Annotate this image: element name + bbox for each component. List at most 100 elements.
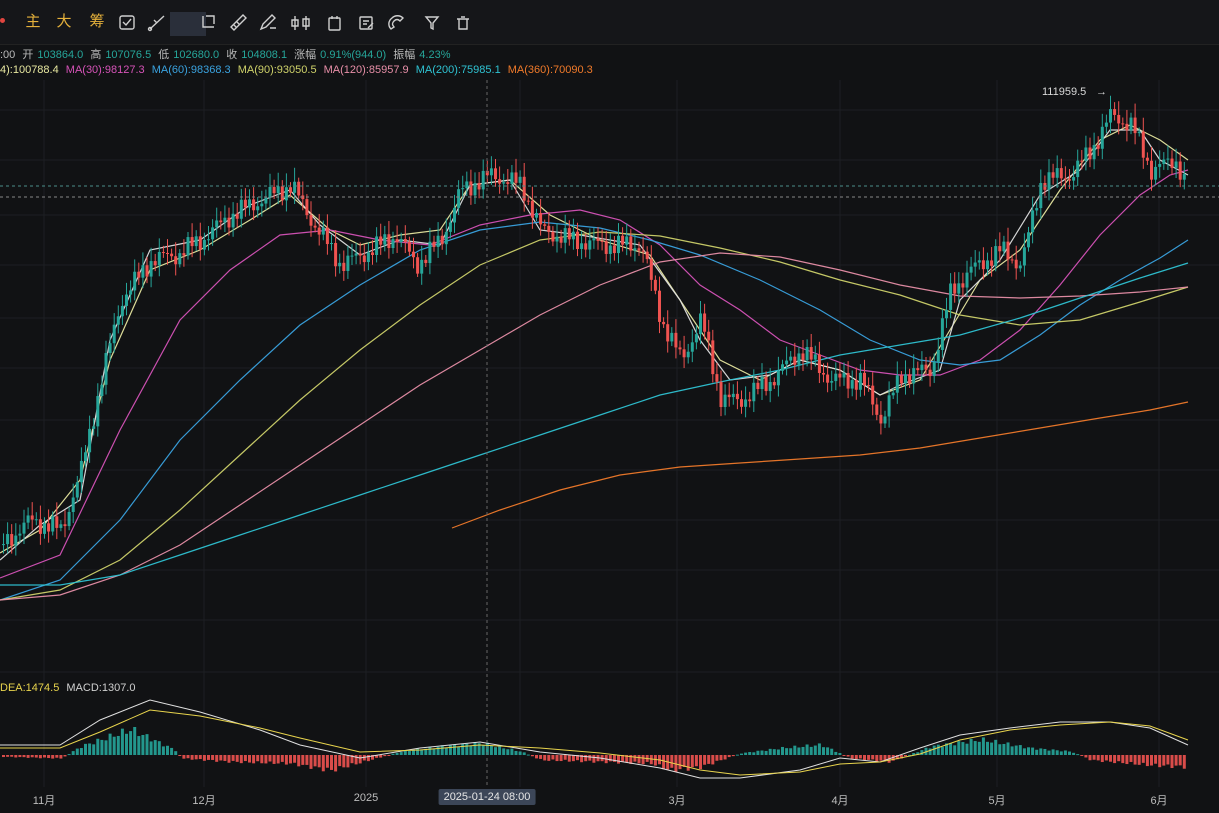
candle-body xyxy=(961,283,965,288)
macd-bar xyxy=(346,755,350,768)
candle-body xyxy=(6,534,10,545)
candle-body xyxy=(809,347,813,360)
xaxis-label: 4月 xyxy=(831,795,849,807)
macd-bar xyxy=(71,751,75,755)
candle-body xyxy=(88,428,92,453)
candle-body xyxy=(161,251,165,254)
macd-bar xyxy=(289,755,292,764)
macd-bar xyxy=(1035,749,1039,755)
macd-bar xyxy=(2,755,5,758)
macd-bar xyxy=(125,733,128,755)
macd-bar xyxy=(789,748,793,755)
candle-body xyxy=(1133,117,1137,134)
candle-body xyxy=(231,213,235,228)
macd-bar xyxy=(957,741,961,755)
candle-body xyxy=(707,331,711,341)
macd-bar xyxy=(1158,755,1162,768)
candle-body xyxy=(600,240,604,242)
macd-bar xyxy=(161,746,165,755)
candle-body xyxy=(280,186,284,201)
candle-body xyxy=(153,261,157,266)
candle-body xyxy=(744,399,748,407)
macd-bar xyxy=(391,753,395,755)
candle-body xyxy=(518,176,522,183)
candle-body xyxy=(830,381,834,383)
candle-body xyxy=(764,376,768,392)
macd-bar xyxy=(43,755,46,758)
macd-bar xyxy=(617,755,620,764)
candle-body xyxy=(92,426,96,429)
candle-body xyxy=(424,259,428,264)
candle-body xyxy=(1129,117,1133,131)
macd-bar xyxy=(801,746,805,755)
macd-bar xyxy=(1137,755,1141,765)
macd-bar xyxy=(781,746,784,755)
candle-body xyxy=(879,414,883,424)
candle-body xyxy=(547,225,551,232)
macd-bar xyxy=(1117,755,1121,762)
macd-bar xyxy=(1178,755,1182,766)
macd-bar xyxy=(330,755,333,770)
macd-bar xyxy=(108,733,112,755)
candle-body xyxy=(1100,126,1104,149)
candle-body xyxy=(1051,172,1055,178)
candle-body xyxy=(899,375,903,384)
macd-bar xyxy=(67,754,71,756)
macd-bar xyxy=(444,747,448,755)
candle-body xyxy=(1076,160,1080,178)
macd-bar xyxy=(699,755,702,770)
candle-body xyxy=(715,374,719,382)
candle-body xyxy=(112,324,116,344)
macd-bar xyxy=(748,752,752,755)
macd-bar xyxy=(248,755,251,763)
candle-body xyxy=(264,197,268,204)
candle-body xyxy=(416,257,420,274)
candle-body xyxy=(317,227,321,235)
macd-bar xyxy=(522,752,526,755)
macd-bar xyxy=(1088,755,1092,761)
macd-bar xyxy=(1162,755,1166,766)
candle-body xyxy=(953,283,957,294)
candle-body xyxy=(194,236,198,247)
candle-body xyxy=(957,283,961,294)
candle-body xyxy=(190,237,194,247)
macd-bar xyxy=(448,745,452,755)
macd-bar xyxy=(711,755,715,765)
macd-bar xyxy=(1002,743,1006,755)
time-axis[interactable]: 11月 12月 2025 3月 4月 5月 6月 2025-01-24 08:0… xyxy=(0,787,1219,813)
macd-bar xyxy=(694,755,698,767)
candle-body xyxy=(276,186,280,194)
candle-body xyxy=(1084,147,1088,161)
macd-bar xyxy=(986,741,989,755)
candle-body xyxy=(129,290,133,295)
macd-bar xyxy=(325,755,329,768)
candle-body xyxy=(1145,157,1149,161)
candle-body xyxy=(2,544,5,546)
candle-body xyxy=(727,394,731,398)
candle-body xyxy=(514,172,518,183)
macd-bar xyxy=(1092,755,1096,760)
candle-body xyxy=(735,393,739,400)
candle-body xyxy=(649,259,653,280)
macd-bar xyxy=(157,741,161,755)
macd-bar xyxy=(735,754,739,756)
candle-body xyxy=(871,385,875,405)
macd-bar xyxy=(731,755,735,757)
candle-body xyxy=(863,372,866,386)
candle-body xyxy=(1047,172,1051,190)
candle-body xyxy=(465,181,469,189)
macd-bar xyxy=(879,755,883,761)
macd-bar xyxy=(559,755,563,762)
candle-body xyxy=(219,220,223,223)
macd-bar xyxy=(834,751,838,755)
macd-bar xyxy=(1027,747,1030,755)
macd-bar xyxy=(1121,755,1125,764)
candle-body xyxy=(1014,259,1018,269)
macd-bar xyxy=(494,747,497,755)
price-chart[interactable]: 111959.5 → xyxy=(0,0,1219,790)
candle-body xyxy=(243,199,247,208)
xaxis-label: 5月 xyxy=(988,795,1006,807)
macd-bar xyxy=(293,755,297,763)
macd-bar xyxy=(1166,755,1170,765)
macd-bar xyxy=(539,755,543,759)
